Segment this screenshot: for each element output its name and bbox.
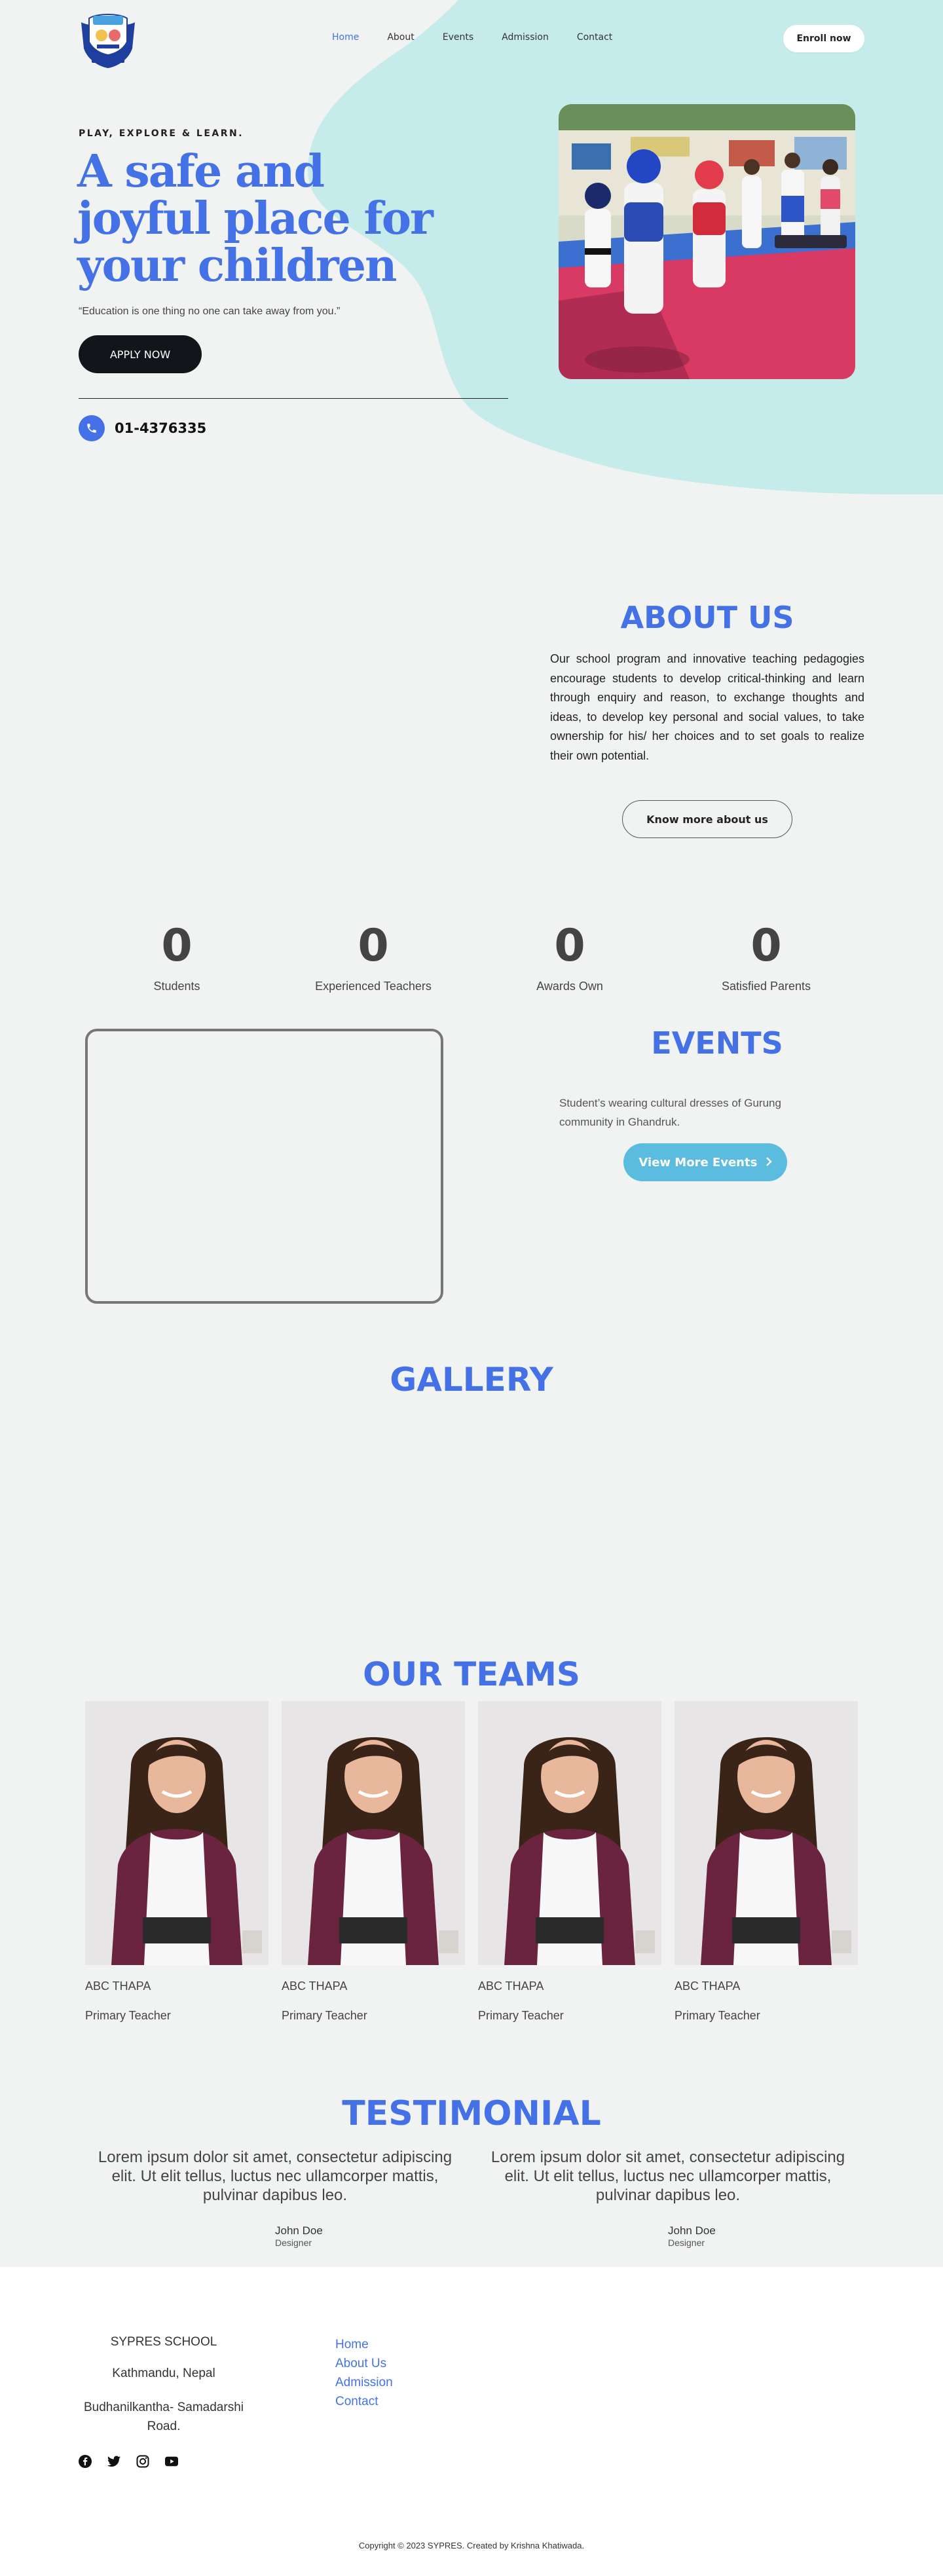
team-card: ABC THAPA Primary Teacher <box>85 1701 268 2023</box>
school-logo[interactable] <box>77 9 139 68</box>
testimonial-role: Designer <box>275 2237 312 2248</box>
teams-title: OUR TEAMS <box>363 1655 580 1693</box>
social-links <box>79 2455 178 2468</box>
stat-value: 0 <box>554 920 585 972</box>
team-member-name: ABC THAPA <box>675 1979 741 1993</box>
hero-headline: A safe and joyful place for your childre… <box>77 145 434 292</box>
testimonial-text: Lorem ipsum dolor sit amet, consectetur … <box>490 2148 845 2204</box>
team-member-name: ABC THAPA <box>478 1979 544 1993</box>
stat-value: 0 <box>161 920 193 972</box>
about-text: Our school program and innovative teachi… <box>550 652 864 762</box>
team-card: ABC THAPA Primary Teacher <box>478 1701 661 2023</box>
team-member-role: Primary Teacher <box>85 2009 171 2022</box>
testimonial-name: John Doe <box>668 2224 716 2237</box>
footer-city: Kathmandu, Nepal <box>112 2366 215 2380</box>
stat-students: 0 Students <box>92 917 262 993</box>
footer-address: Budhanilkantha- Samadarshi Road. <box>84 2401 244 2433</box>
team-member-role: Primary Teacher <box>675 2009 760 2022</box>
nav-link-events[interactable]: Events <box>443 32 473 43</box>
gallery-title: GALLERY <box>390 1361 553 1399</box>
stat-value: 0 <box>750 920 782 972</box>
team-card: ABC THAPA Primary Teacher <box>675 1701 858 2023</box>
footer-link-admission[interactable]: Admission <box>335 2373 393 2392</box>
testimonial-item: Lorem ipsum dolor sit amet, consectetur … <box>485 2148 851 2248</box>
stat-label: Experienced Teachers <box>315 980 432 993</box>
team-member-role: Primary Teacher <box>282 2009 367 2022</box>
footer: SYPRES SCHOOL Kathmandu, Nepal Budhanilk… <box>0 2267 943 2576</box>
team-member-name: ABC THAPA <box>282 1979 348 1993</box>
view-more-events-button[interactable]: View More Events <box>623 1143 787 1181</box>
team-member-photo <box>282 1701 465 1965</box>
phone-icon[interactable] <box>79 415 105 441</box>
footer-school-name: SYPRES SCHOOL <box>110 2335 217 2349</box>
nav-link-about[interactable]: About <box>387 32 414 43</box>
nav-link-admission[interactable]: Admission <box>502 32 549 43</box>
nav-links: Home About Events Admission Contact <box>332 32 640 43</box>
testimonial-text: Lorem ipsum dolor sit amet, consectetur … <box>98 2148 453 2204</box>
nav-link-contact[interactable]: Contact <box>577 32 612 43</box>
twitter-icon[interactable] <box>107 2455 120 2468</box>
chevron-right-icon <box>766 1156 772 1169</box>
nav-link-home[interactable]: Home <box>332 32 359 43</box>
stat-label: Satisfied Parents <box>721 980 811 993</box>
stat-value: 0 <box>358 920 389 972</box>
testimonial-author: John Doe Designer <box>275 2224 458 2248</box>
testimonial-author: John Doe Designer <box>668 2224 851 2248</box>
footer-link-contact[interactable]: Contact <box>335 2392 393 2411</box>
hero-divider <box>79 398 508 399</box>
view-more-events-label: View More Events <box>638 1155 758 1169</box>
stat-teachers: 0 Experienced Teachers <box>288 917 458 993</box>
team-card: ABC THAPA Primary Teacher <box>282 1701 465 2023</box>
hero-section: Home About Events Admission Contact Enro… <box>0 0 943 494</box>
facebook-icon[interactable] <box>79 2455 92 2468</box>
page: Home About Events Admission Contact Enro… <box>0 0 943 2576</box>
instagram-icon[interactable] <box>136 2455 149 2468</box>
hero-tagline: PLAY, EXPLORE & LEARN. <box>79 128 244 139</box>
copyright-text: Copyright © 2023 SYPRES. Created by Kris… <box>358 2541 585 2550</box>
team-member-photo <box>85 1701 268 1965</box>
testimonial-item: Lorem ipsum dolor sit amet, consectetur … <box>92 2148 458 2248</box>
stat-label: Awards Own <box>536 980 603 993</box>
phone-number[interactable]: 01-4376335 <box>115 420 206 436</box>
youtube-icon[interactable] <box>165 2455 178 2468</box>
footer-link-home[interactable]: Home <box>335 2335 393 2354</box>
know-more-button[interactable]: Know more about us <box>622 800 792 838</box>
enroll-now-button[interactable]: Enroll now <box>783 25 864 52</box>
apply-now-button[interactable]: APPLY NOW <box>79 335 202 373</box>
team-member-role: Primary Teacher <box>478 2009 564 2022</box>
testimonial-name: John Doe <box>275 2224 323 2237</box>
about-title: ABOUT US <box>620 600 794 635</box>
events-description: Student’s wearing cultural dresses of Gu… <box>559 1097 781 1128</box>
stat-awards: 0 Awards Own <box>485 917 655 993</box>
hero-photo-taekwondo <box>559 104 855 379</box>
team-member-photo <box>478 1701 661 1965</box>
team-member-photo <box>675 1701 858 1965</box>
hero-quote: “Education is one thing no one can take … <box>79 306 341 317</box>
footer-links: Home About Us Admission Contact <box>335 2335 393 2411</box>
testimonial-role: Designer <box>668 2237 705 2248</box>
stat-label: Students <box>153 980 200 993</box>
footer-link-about[interactable]: About Us <box>335 2354 393 2373</box>
stat-parents: 0 Satisfied Parents <box>681 917 851 993</box>
testimonial-title: TESTIMONIAL <box>342 2094 601 2133</box>
events-title: EVENTS <box>651 1025 783 1061</box>
team-member-name: ABC THAPA <box>85 1979 151 1993</box>
event-media-frame <box>85 1029 443 1304</box>
main-nav: Home About Events Admission Contact Enro… <box>0 0 943 79</box>
